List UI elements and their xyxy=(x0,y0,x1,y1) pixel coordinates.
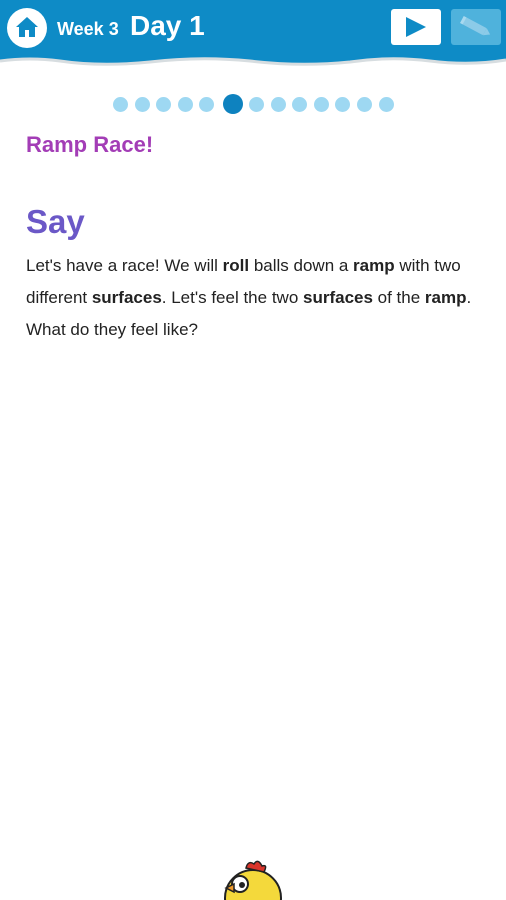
keyword: ramp xyxy=(353,256,395,275)
text-segment: balls down a xyxy=(249,256,354,275)
page-dot[interactable] xyxy=(177,96,193,112)
page-dot[interactable] xyxy=(156,96,172,112)
lesson-paragraph: Let's have a race! We will roll balls do… xyxy=(26,250,486,346)
chick-mascot-icon xyxy=(224,860,282,900)
play-button[interactable] xyxy=(391,9,441,45)
page-dot[interactable] xyxy=(335,96,351,112)
page-dot[interactable] xyxy=(248,96,264,112)
home-icon xyxy=(16,17,38,37)
pencil-button[interactable] xyxy=(451,9,501,45)
page-dot[interactable] xyxy=(356,96,372,112)
day-label: Day 1 xyxy=(130,10,205,41)
page-dot[interactable] xyxy=(113,96,128,112)
week-label: Week 3 xyxy=(57,19,119,39)
text-segment: of the xyxy=(372,288,425,307)
page-dot-current[interactable] xyxy=(222,94,243,114)
text-segment: Let's have a race! We will xyxy=(26,256,223,275)
top-bar: Week 3 Day 1 xyxy=(0,0,506,56)
page-dot[interactable] xyxy=(270,96,286,112)
pencil-icon xyxy=(459,15,491,36)
page-dot[interactable] xyxy=(199,96,215,112)
keyword: surfaces xyxy=(303,288,373,307)
page-indicator xyxy=(113,94,400,114)
page-dot[interactable] xyxy=(292,96,308,112)
page-dot[interactable] xyxy=(134,96,150,112)
page-dot[interactable] xyxy=(313,96,329,112)
page-dot[interactable] xyxy=(378,96,394,112)
keyword: roll xyxy=(222,256,250,275)
lesson-title: Ramp Race! xyxy=(26,132,154,157)
keyword: surfaces xyxy=(91,288,162,307)
home-button[interactable] xyxy=(7,8,47,48)
header-torn-edge xyxy=(0,50,506,66)
section-heading: Say xyxy=(26,203,85,240)
keyword: ramp xyxy=(424,288,467,307)
play-icon xyxy=(406,17,426,37)
text-segment: . Let's feel the two xyxy=(161,288,303,307)
